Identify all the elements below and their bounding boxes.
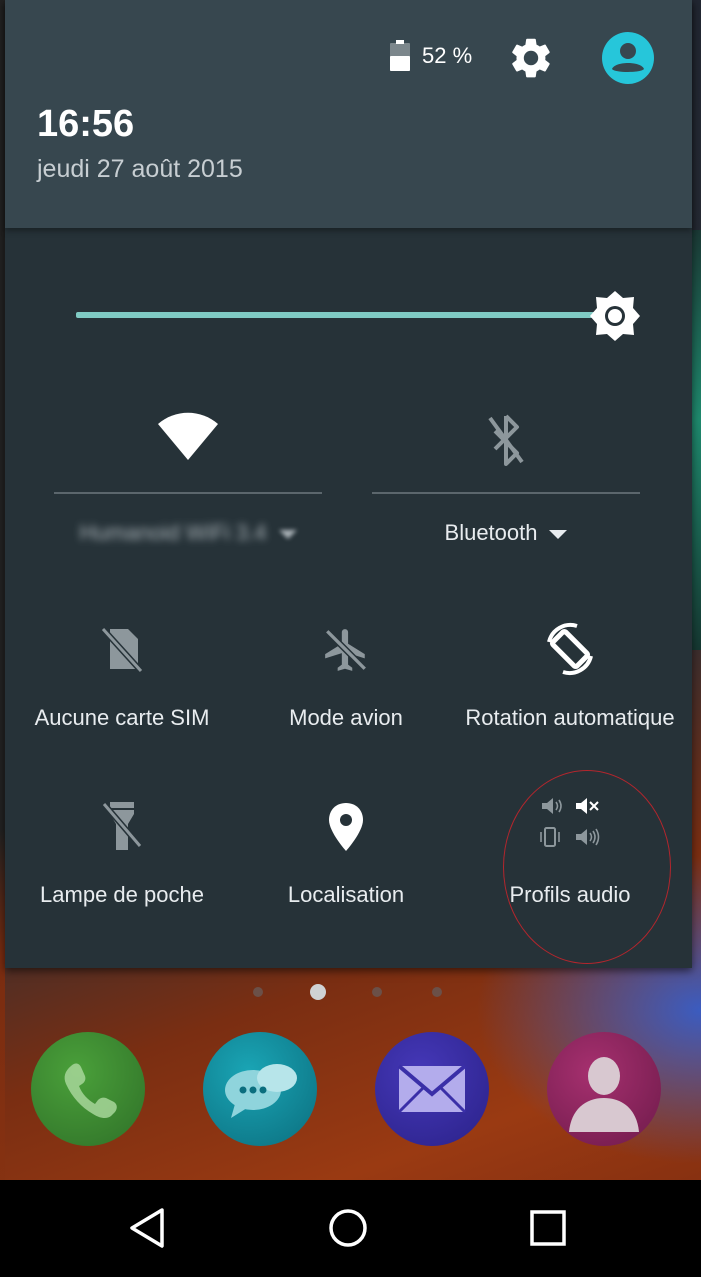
brightness-icon[interactable] <box>589 290 641 342</box>
contacts-icon <box>569 1057 639 1132</box>
tile-auto-rotate[interactable]: Rotation automatique <box>458 620 682 770</box>
account-circle-icon[interactable] <box>601 31 655 85</box>
bluetooth-label: Bluetooth <box>444 520 538 545</box>
bluetooth-divider <box>372 492 640 494</box>
chevron-down-icon <box>278 529 297 539</box>
page-indicator-dot <box>253 987 263 997</box>
clock-time[interactable]: 16:56 <box>37 103 134 146</box>
dock-phone-app[interactable] <box>31 1032 145 1146</box>
location-pin-icon <box>329 803 363 851</box>
tile-airplane-mode[interactable]: Mode avion <box>234 625 458 775</box>
bluetooth-selector[interactable]: Bluetooth <box>372 520 640 546</box>
phone-icon <box>64 1063 117 1119</box>
clock-date[interactable]: jeudi 27 août 2015 <box>37 155 243 184</box>
auto-rotate-icon <box>547 623 593 675</box>
flashlight-off-icon <box>101 802 143 850</box>
email-icon <box>397 1064 467 1114</box>
gear-icon[interactable] <box>507 34 555 82</box>
dock-messaging-app[interactable] <box>203 1032 317 1146</box>
quick-settings-panel: 52 % 16:56 jeudi 27 août 2015 Humanoid W… <box>5 0 692 968</box>
battery-icon <box>390 40 410 71</box>
tile-flashlight[interactable]: Lampe de poche <box>10 800 234 950</box>
wifi-network-name: Humanoid WiFi 3.4 <box>79 520 267 545</box>
wifi-divider <box>54 492 322 494</box>
recents-icon[interactable] <box>518 1200 578 1256</box>
wifi-tile[interactable]: Humanoid WiFi 3.4 <box>54 400 322 570</box>
battery-percentage: 52 % <box>422 43 473 68</box>
airplane-icon <box>325 629 367 671</box>
dock-contacts-app[interactable] <box>547 1032 661 1146</box>
tile-location[interactable]: Localisation <box>234 802 458 952</box>
tile-label-auto-rotate: Rotation automatique <box>465 705 675 730</box>
back-icon[interactable] <box>118 1200 178 1256</box>
page-indicator-dot <box>432 987 442 997</box>
page-indicator-dot <box>372 987 382 997</box>
bluetooth-tile[interactable]: Bluetooth <box>372 400 640 570</box>
brightness-slider[interactable] <box>76 312 612 318</box>
bluetooth-off-icon <box>488 414 524 466</box>
chevron-down-icon <box>549 529 568 539</box>
annotation-circle <box>503 770 671 964</box>
quick-settings-header: 52 % 16:56 jeudi 27 août 2015 <box>5 0 692 228</box>
dock-email-app[interactable] <box>375 1032 489 1146</box>
page-indicator-dot-active <box>310 984 326 1000</box>
no-sim-icon <box>100 626 144 673</box>
wifi-icon <box>158 412 218 460</box>
tile-no-sim[interactable]: Aucune carte SIM <box>10 625 234 775</box>
wifi-network-selector[interactable]: Humanoid WiFi 3.4 <box>54 520 322 546</box>
home-icon[interactable] <box>318 1200 378 1256</box>
messaging-icon <box>225 1064 297 1118</box>
